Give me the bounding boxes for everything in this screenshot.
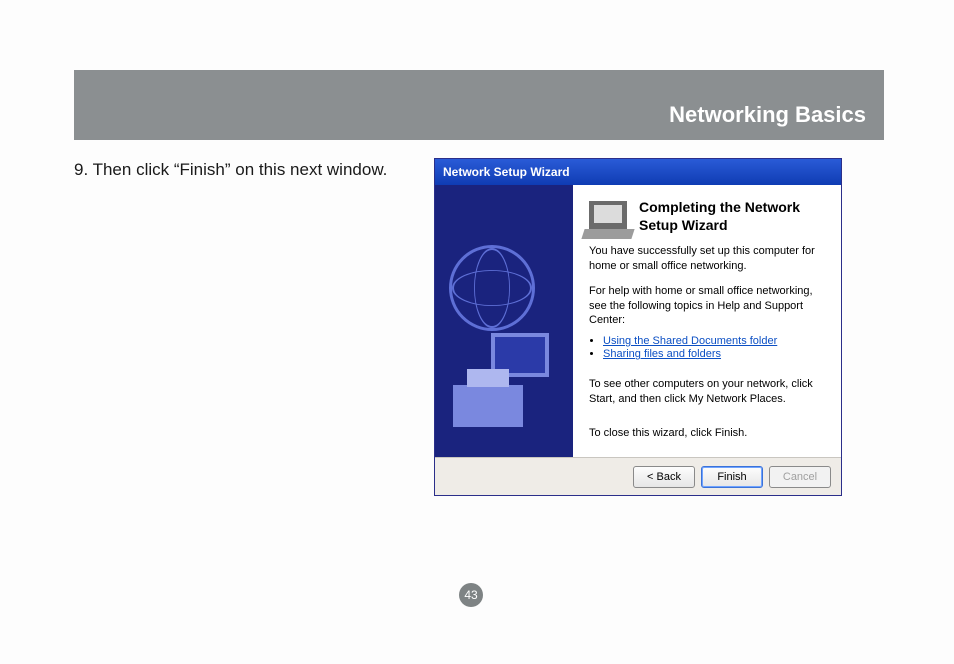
computer-icon	[589, 201, 627, 233]
list-item: Using the Shared Documents folder	[603, 335, 825, 347]
list-item: Sharing files and folders	[603, 348, 825, 360]
wizard-body: Completing the Network Setup Wizard You …	[435, 185, 841, 457]
page-number-badge: 43	[459, 583, 483, 607]
back-button[interactable]: < Back	[633, 466, 695, 488]
wizard-heading-row: Completing the Network Setup Wizard	[589, 199, 825, 234]
wizard-titlebar: Network Setup Wizard	[435, 159, 841, 185]
wizard-main: Completing the Network Setup Wizard You …	[573, 185, 841, 457]
instruction-text: 9. Then click “Finish” on this next wind…	[74, 158, 434, 496]
section-title: Networking Basics	[669, 102, 866, 128]
printer-icon	[453, 385, 523, 427]
page-number: 43	[464, 588, 477, 602]
finish-button[interactable]: Finish	[701, 466, 763, 488]
section-header: Networking Basics	[74, 70, 884, 140]
manual-page: Networking Basics 9. Then click “Finish”…	[74, 70, 884, 496]
link-sharing-files[interactable]: Sharing files and folders	[603, 348, 721, 360]
link-shared-documents[interactable]: Using the Shared Documents folder	[603, 335, 777, 347]
wizard-paragraph-3: To see other computers on your network, …	[589, 377, 825, 407]
wizard-help-links: Using the Shared Documents folder Sharin…	[603, 334, 825, 361]
wizard-paragraph-1: You have successfully set up this comput…	[589, 244, 825, 274]
wizard-sidebar-art	[435, 185, 573, 457]
wizard-paragraph-2: For help with home or small office netwo…	[589, 284, 825, 329]
wizard-heading: Completing the Network Setup Wizard	[639, 199, 825, 234]
wizard-footer: < Back Finish Cancel	[435, 457, 841, 495]
globe-icon	[449, 245, 535, 331]
wizard-close-hint: To close this wizard, click Finish.	[589, 426, 825, 447]
network-setup-wizard-window: Network Setup Wizard Completing the Netw…	[434, 158, 842, 496]
cancel-button: Cancel	[769, 466, 831, 488]
wizard-title: Network Setup Wizard	[443, 165, 570, 179]
content-row: 9. Then click “Finish” on this next wind…	[74, 158, 884, 496]
